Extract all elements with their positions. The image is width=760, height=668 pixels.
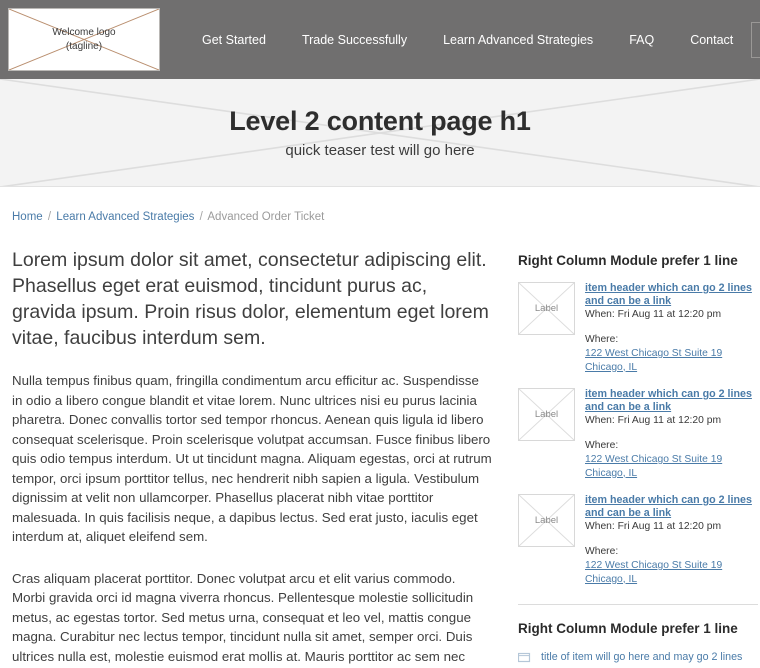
breadcrumb-item-learn-advanced-strategies[interactable]: Learn Advanced Strategies bbox=[56, 211, 194, 223]
breadcrumb-item-current: Advanced Order Ticket bbox=[207, 211, 325, 223]
breadcrumb-item-home[interactable]: Home bbox=[12, 211, 43, 223]
document-icon bbox=[518, 652, 531, 663]
item-thumbnail: Label bbox=[518, 282, 575, 335]
body-paragraph: Cras aliquam placerat porttitor. Donec v… bbox=[12, 570, 474, 664]
hero-banner: Level 2 content page h1 quick teaser tes… bbox=[0, 79, 760, 187]
item-header-link[interactable]: item header which can go 2 lines and can… bbox=[585, 388, 758, 414]
nav-item-trade-successfully[interactable]: Trade Successfully bbox=[284, 27, 425, 53]
item-thumbnail: Label bbox=[518, 388, 575, 441]
item-when: When: Fri Aug 11 at 12:20 pm bbox=[585, 521, 722, 532]
page-teaser: quick teaser test will go here bbox=[285, 142, 475, 159]
nav-item-faq[interactable]: FAQ bbox=[611, 27, 672, 53]
item-where-label: Where: bbox=[585, 546, 619, 557]
item-where-label: Where: bbox=[585, 334, 619, 345]
item-address-line-1[interactable]: 122 West Chicago St Suite 19 bbox=[585, 559, 758, 573]
breadcrumb: Home / Learn Advanced Strategies / Advan… bbox=[0, 187, 760, 223]
breadcrumb-separator: / bbox=[47, 211, 52, 223]
item-address-line-2[interactable]: Chicago, IL bbox=[585, 573, 758, 587]
breadcrumb-separator: / bbox=[199, 211, 203, 223]
item-thumbnail: Label bbox=[518, 494, 575, 547]
item-details: item header which can go 2 lines and can… bbox=[585, 282, 758, 374]
item-header-link[interactable]: item header which can go 2 lines and can… bbox=[585, 282, 758, 308]
lead-paragraph: Lorem ipsum dolor sit amet, consectetur … bbox=[12, 249, 489, 349]
logo-title: Welcome logo bbox=[52, 26, 116, 38]
item-details: item header which can go 2 lines and can… bbox=[585, 388, 758, 480]
nav-item-learn-advanced-strategies[interactable]: Learn Advanced Strategies bbox=[425, 27, 611, 53]
site-logo[interactable]: Welcome logo (tagline) bbox=[8, 8, 160, 71]
item-details: item header which can go 2 lines and can… bbox=[585, 494, 758, 586]
page-title: Level 2 content page h1 bbox=[229, 106, 531, 136]
right-module-one-title: Right Column Module prefer 1 line bbox=[518, 253, 738, 268]
list-item: Label item header which can go 2 lines a… bbox=[518, 388, 758, 480]
item-when: When: Fri Aug 11 at 12:20 pm bbox=[585, 415, 722, 426]
list-item: Label item header which can go 2 lines a… bbox=[518, 282, 758, 374]
item-address-line-1[interactable]: 122 West Chicago St Suite 19 bbox=[585, 453, 758, 467]
main-navigation: Get Started Trade Successfully Learn Adv… bbox=[160, 27, 751, 53]
item-address-line-2[interactable]: Chicago, IL bbox=[585, 361, 758, 375]
thumbnail-label: Label bbox=[534, 303, 559, 314]
site-header: Welcome logo (tagline) Get Started Trade… bbox=[0, 0, 760, 79]
module-divider bbox=[518, 604, 758, 605]
thumbnail-label: Label bbox=[534, 409, 559, 420]
list-item-link[interactable]: title of item will go here and may go 2 … bbox=[541, 650, 742, 664]
logo-tagline: (tagline) bbox=[65, 40, 103, 52]
page-body: Lorem ipsum dolor sit amet, consectetur … bbox=[0, 223, 760, 668]
item-header-link[interactable]: item header which can go 2 lines and can… bbox=[585, 494, 758, 520]
item-address-line-2[interactable]: Chicago, IL bbox=[585, 467, 758, 481]
item-where-label: Where: bbox=[585, 440, 619, 451]
right-module-two-title: Right Column Module prefer 1 line bbox=[518, 621, 738, 636]
search-button[interactable] bbox=[751, 21, 760, 58]
nav-item-contact[interactable]: Contact bbox=[672, 27, 751, 53]
nav-item-get-started[interactable]: Get Started bbox=[184, 27, 284, 53]
main-content-column: Lorem ipsum dolor sit amet, consectetur … bbox=[12, 247, 492, 668]
thumbnail-label: Label bbox=[534, 515, 559, 526]
item-address-line-1[interactable]: 122 West Chicago St Suite 19 bbox=[585, 347, 758, 361]
body-paragraph: Nulla tempus finibus quam, fringilla con… bbox=[12, 373, 492, 544]
list-item: title of item will go here and may go 2 … bbox=[518, 650, 758, 664]
item-when: When: Fri Aug 11 at 12:20 pm bbox=[585, 309, 722, 320]
right-content-column: Right Column Module prefer 1 line Label … bbox=[518, 247, 758, 668]
list-item: Label item header which can go 2 lines a… bbox=[518, 494, 758, 586]
